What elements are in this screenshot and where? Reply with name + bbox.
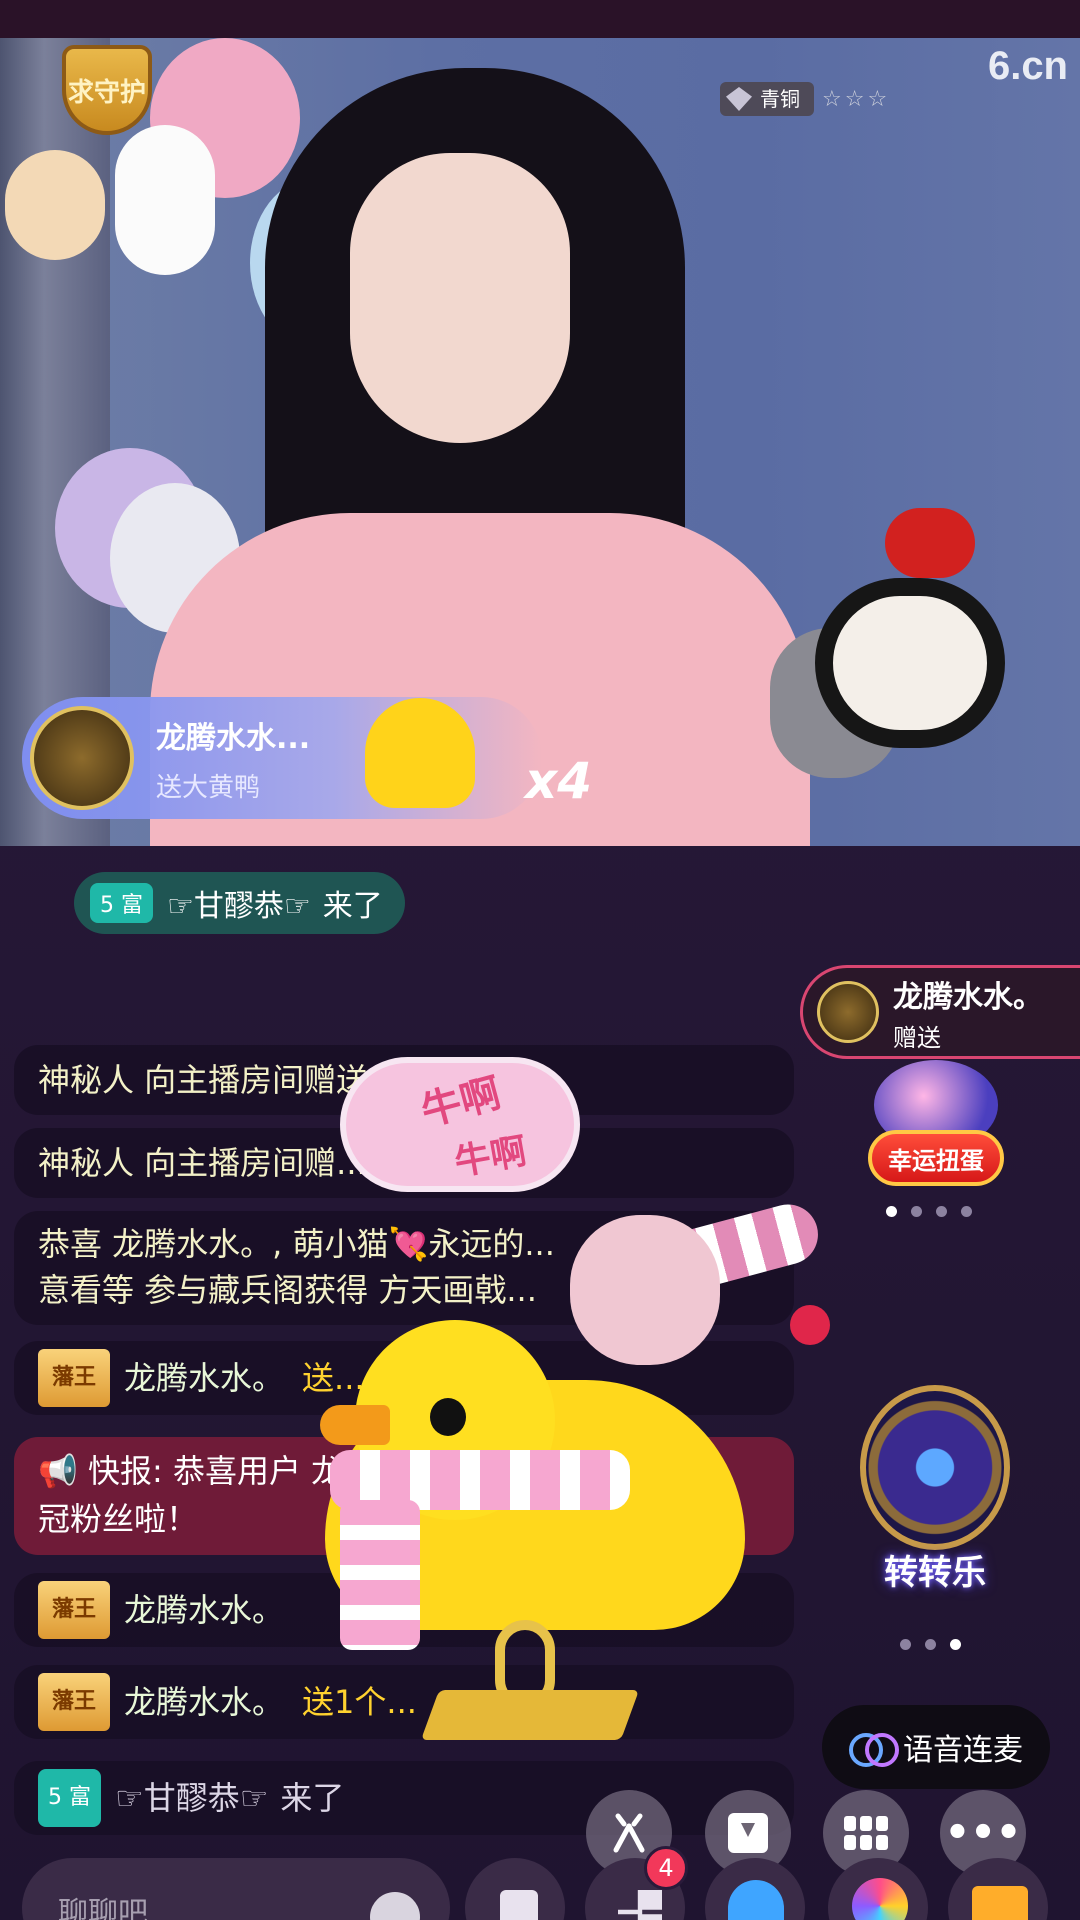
bubble-text: 牛啊 [451, 1130, 530, 1184]
carousel-dot[interactable] [950, 1639, 961, 1650]
wealth-level-badge: 5 富 [90, 883, 153, 923]
wealth-level-badge: 5 富 [38, 1769, 101, 1827]
diamond-icon [726, 87, 752, 111]
carousel-dot[interactable] [961, 1206, 972, 1217]
lucky-gacha-button[interactable]: 幸运扭蛋 [868, 1060, 1004, 1190]
chat-user-name[interactable]: ☞甘醪恭☞ [115, 1773, 268, 1823]
speech-bubble-sticker: 牛啊 牛啊 [340, 1057, 580, 1192]
plush-toy [815, 578, 1005, 748]
avatar[interactable] [817, 981, 879, 1043]
noble-badge: 藩王 [38, 1673, 111, 1731]
bear-sticker [5, 150, 105, 260]
carousel-dots[interactable] [900, 1639, 961, 1650]
gift-sender-name: 龙腾水水... [156, 720, 311, 756]
apps-icon [844, 1816, 888, 1850]
enter-user-name[interactable]: ☞甘醪恭☞ [167, 881, 311, 925]
enter-action: 来了 [322, 889, 383, 924]
anchor-rank[interactable]: 青铜 ☆☆☆ [720, 82, 890, 116]
jester-character [570, 1215, 720, 1365]
rank-tier: 青铜 [760, 87, 800, 111]
noble-badge: 藩王 [38, 1349, 111, 1407]
chat-user-name[interactable]: 龙腾水水。 [124, 1353, 284, 1403]
more-icon: ••• [944, 1810, 1022, 1856]
status-bar [0, 0, 1080, 38]
duck-beak [320, 1405, 390, 1445]
voice-link-icon [849, 1733, 899, 1767]
recv-action: 赠送 [893, 1023, 941, 1052]
recv-user-name: 龙腾水水。 [893, 979, 1043, 1015]
gift-icon [972, 1886, 1028, 1920]
plush-bow [885, 508, 975, 578]
chat-message: 5 富 ☞甘醪恭☞ 来了 [14, 1761, 794, 1835]
rank-badge: 青铜 [720, 82, 814, 116]
chat-input-placeholder: 聊聊吧 [58, 1896, 148, 1920]
carousel-dot[interactable] [911, 1206, 922, 1217]
gacha-label: 幸运扭蛋 [868, 1130, 1004, 1186]
chat-user-name[interactable]: 龙腾水水。 [124, 1677, 284, 1727]
duck-gift-icon [365, 698, 475, 808]
task-icon [500, 1890, 538, 1920]
enter-notice: 5 富 ☞甘醪恭☞ 来了 [74, 872, 405, 934]
avatar[interactable] [30, 706, 134, 810]
streamer-face [350, 153, 570, 443]
carousel-dot[interactable] [886, 1206, 897, 1217]
guard-button[interactable]: 求守护 [62, 45, 152, 135]
rank-stars: ☆☆☆ [822, 86, 891, 112]
jester-pompom [790, 1305, 830, 1345]
enter-action: 来了 [280, 1779, 345, 1817]
notification-badge: 4 [644, 1846, 688, 1890]
chat-gift-action: 送... [302, 1359, 365, 1397]
chat-user-name[interactable]: 龙腾水水。 [124, 1585, 284, 1635]
download-icon [728, 1813, 768, 1853]
duck-scarf-tail [340, 1500, 420, 1650]
carousel-dot[interactable] [900, 1639, 911, 1650]
spin-game-button[interactable]: 转转乐 [850, 1385, 1020, 1605]
carousel-dot[interactable] [925, 1639, 936, 1650]
voice-link-label: 语音连麦 [903, 1733, 1023, 1768]
spin-label: 转转乐 [884, 1553, 986, 1593]
gift-description: 送大黄鸭 [156, 772, 261, 803]
live-room: 求守护 6.cn 青铜 ☆☆☆ 龙腾水水... 送大黄鸭 x4 5 富 ☞甘醪恭… [0, 0, 1080, 1920]
chat-gift-action: 送1个... [302, 1683, 417, 1721]
carousel-dot[interactable] [936, 1206, 947, 1217]
six-logo-icon [613, 1813, 645, 1853]
bubble-text: 牛啊 [416, 1069, 506, 1135]
gift-receive-card[interactable]: 龙腾水水。 赠送 [800, 965, 1080, 1059]
duck-base [420, 1690, 640, 1740]
gift-count: x4 [525, 752, 593, 810]
guard-label: 求守护 [67, 77, 146, 108]
voice-link-button[interactable]: 语音连麦 [822, 1705, 1050, 1789]
watermark-logo: 6.cn [987, 44, 1068, 88]
duck-eye [430, 1398, 466, 1436]
carousel-dots[interactable] [886, 1206, 972, 1217]
chat-message: 藩王 龙腾水水。 送1个... [14, 1665, 794, 1739]
spin-wheel-icon [860, 1385, 1010, 1550]
noble-badge: 藩王 [38, 1581, 111, 1639]
bunny-sticker [115, 125, 215, 275]
